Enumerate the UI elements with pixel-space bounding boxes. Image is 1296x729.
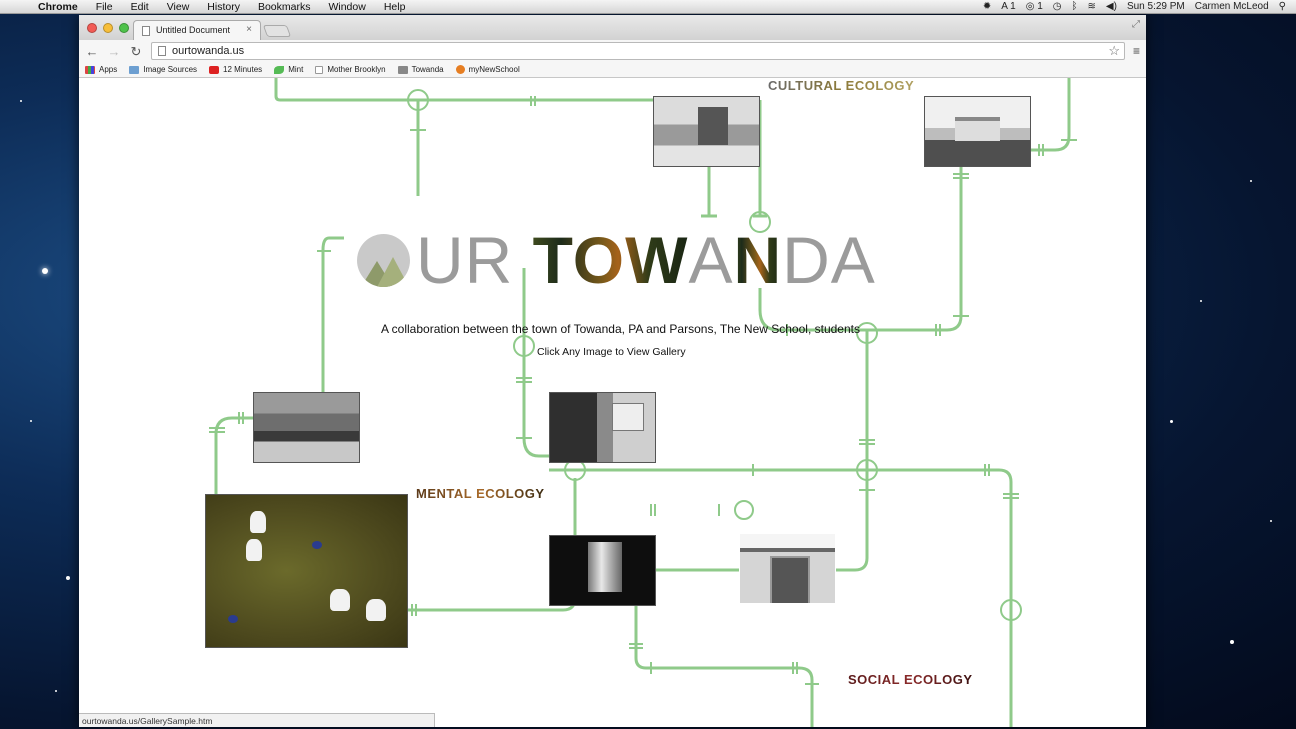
logo-part-da: DA bbox=[782, 223, 876, 297]
notification-bell-icon[interactable]: ✹ bbox=[983, 1, 991, 12]
address-bar[interactable]: ourtowanda.us ☆ bbox=[151, 42, 1125, 60]
close-window-button[interactable] bbox=[87, 23, 97, 33]
tab-untitled-document[interactable]: Untitled Document × bbox=[133, 20, 261, 40]
menu-window[interactable]: Window bbox=[319, 1, 374, 13]
our-towanda-logo: UR TOWANDA bbox=[357, 227, 877, 293]
spotlight-search-icon[interactable]: ⚲ bbox=[1279, 1, 1286, 12]
bookmark-label: Apps bbox=[99, 65, 118, 74]
menu-file[interactable]: File bbox=[87, 1, 122, 13]
page-icon bbox=[158, 46, 166, 56]
mountain-logo-icon bbox=[357, 233, 410, 287]
gallery-photo-church[interactable] bbox=[653, 96, 760, 167]
bookmark-star-icon[interactable]: ☆ bbox=[1108, 43, 1120, 59]
mint-leaf-icon bbox=[274, 65, 285, 74]
mental-ecology-heading[interactable]: MENTAL ECOLOGY bbox=[416, 486, 545, 501]
new-tab-button[interactable] bbox=[262, 25, 292, 37]
back-arrow-icon[interactable]: ← bbox=[85, 45, 99, 58]
bookmark-image-sources[interactable]: Image Sources bbox=[129, 65, 197, 74]
player-figure bbox=[246, 539, 262, 561]
youtube-icon bbox=[209, 65, 220, 74]
page-icon bbox=[315, 65, 324, 74]
bluetooth-icon[interactable]: ᛒ bbox=[1072, 1, 1078, 12]
gallery-photo-window[interactable] bbox=[549, 535, 656, 606]
helmet-figure bbox=[228, 615, 238, 623]
minimize-window-button[interactable] bbox=[103, 23, 113, 33]
bookmark-label: Mint bbox=[288, 65, 304, 74]
close-tab-icon[interactable]: × bbox=[246, 24, 252, 35]
bookmark-label: myNewSchool bbox=[468, 65, 520, 74]
bookmark-apps[interactable]: Apps bbox=[85, 65, 117, 74]
helmet-figure bbox=[312, 541, 322, 549]
gallery-photo-football[interactable] bbox=[205, 494, 408, 648]
time-machine-icon[interactable]: ◷ bbox=[1053, 1, 1062, 12]
browser-toolbar: ← → ↻ ourtowanda.us ☆ ≡ bbox=[79, 40, 1146, 62]
cc-count: 1 bbox=[1037, 1, 1043, 12]
bookmark-towanda[interactable]: Towanda bbox=[397, 65, 444, 74]
logo-wordmark: UR TOWANDA bbox=[416, 227, 876, 293]
forward-arrow-icon[interactable]: → bbox=[107, 45, 121, 58]
tagline: A collaboration between the town of Towa… bbox=[381, 322, 860, 336]
logo-part-tow: TOW bbox=[532, 223, 689, 297]
gallery-instruction: Click Any Image to View Gallery bbox=[537, 346, 686, 358]
menu-help[interactable]: Help bbox=[375, 1, 415, 13]
fullscreen-icon[interactable]: ⤢ bbox=[1132, 19, 1140, 30]
bookmark-mynewschool[interactable]: myNewSchool bbox=[455, 65, 520, 74]
menu-bookmarks[interactable]: Bookmarks bbox=[249, 1, 320, 13]
clock[interactable]: Sun 5:29 PM bbox=[1127, 1, 1185, 12]
adobe-count: 1 bbox=[1010, 1, 1016, 12]
bookmark-12-minutes[interactable]: 12 Minutes bbox=[209, 65, 262, 74]
menu-view[interactable]: View bbox=[158, 1, 199, 13]
folder-icon bbox=[129, 65, 140, 74]
player-figure bbox=[366, 599, 386, 621]
creative-cloud-icon[interactable]: ◎ 1 bbox=[1026, 1, 1043, 12]
menu-edit[interactable]: Edit bbox=[122, 1, 158, 13]
address-url: ourtowanda.us bbox=[172, 45, 245, 57]
bookmark-label: 12 Minutes bbox=[223, 65, 263, 74]
logo-part-ur: UR bbox=[416, 223, 533, 297]
logo-part-n: N bbox=[733, 223, 783, 297]
web-page: CULTURAL ECOLOGY UR TOWANDA A collaborat… bbox=[79, 78, 1146, 727]
window-controls bbox=[87, 23, 129, 33]
zoom-window-button[interactable] bbox=[119, 23, 129, 33]
towanda-icon bbox=[397, 65, 408, 74]
player-figure bbox=[330, 589, 350, 611]
tab-strip: Untitled Document × ⤢ bbox=[79, 15, 1146, 40]
bookmark-label: Mother Brooklyn bbox=[327, 65, 386, 74]
player-figure bbox=[250, 511, 266, 533]
reload-icon[interactable]: ↻ bbox=[129, 45, 143, 58]
menu-app-chrome[interactable]: Chrome bbox=[26, 1, 87, 13]
bookmark-label: Towanda bbox=[411, 65, 444, 74]
browser-window: Untitled Document × ⤢ ← → ↻ ourtowanda.u… bbox=[79, 15, 1146, 727]
tab-title: Untitled Document bbox=[156, 25, 231, 35]
newschool-icon bbox=[455, 65, 465, 74]
document-icon bbox=[142, 26, 150, 36]
wifi-icon[interactable]: ≋ bbox=[1088, 1, 1096, 12]
status-bar-url: ourtowanda.us/GallerySample.htm bbox=[79, 713, 435, 727]
gallery-photo-river[interactable] bbox=[253, 392, 360, 463]
apps-grid-icon bbox=[85, 65, 95, 74]
social-ecology-heading[interactable]: SOCIAL ECOLOGY bbox=[848, 672, 973, 687]
mac-menu-bar: Chrome File Edit View History Bookmarks … bbox=[0, 0, 1296, 14]
user-name[interactable]: Carmen McLeod bbox=[1195, 1, 1269, 12]
cultural-ecology-heading[interactable]: CULTURAL ECOLOGY bbox=[768, 78, 914, 93]
menu-history[interactable]: History bbox=[198, 1, 249, 13]
gallery-photo-storefront[interactable] bbox=[549, 392, 656, 463]
bookmarks-bar: Apps Image Sources 12 Minutes Mint Mothe… bbox=[79, 62, 1146, 78]
bookmark-mint[interactable]: Mint bbox=[274, 65, 303, 74]
bookmark-mother-brooklyn[interactable]: Mother Brooklyn bbox=[315, 65, 386, 74]
gallery-photo-building-front[interactable] bbox=[739, 533, 836, 604]
volume-icon[interactable]: ◀) bbox=[1106, 1, 1117, 12]
chrome-menu-icon[interactable]: ≡ bbox=[1133, 44, 1140, 58]
logo-part-a: A bbox=[688, 223, 734, 297]
bookmark-label: Image Sources bbox=[143, 65, 198, 74]
gallery-photo-barn[interactable] bbox=[924, 96, 1031, 167]
adobe-icon[interactable]: A 1 bbox=[1001, 1, 1015, 12]
